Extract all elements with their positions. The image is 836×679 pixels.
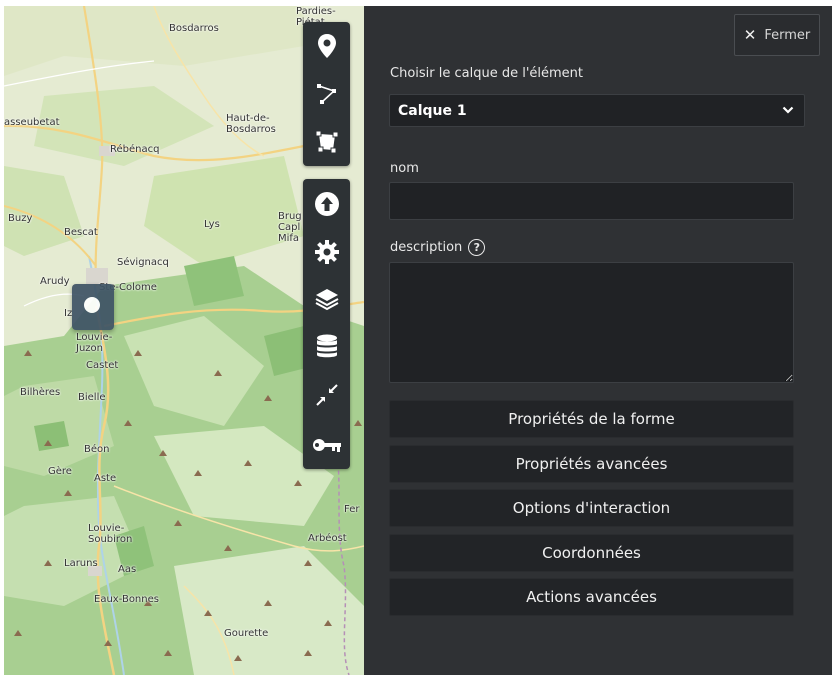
place-label: Castet [86,360,119,371]
place-label: Bielle [78,392,106,403]
place-label: Louvie- Juzon [76,332,113,354]
place-label: Bilhères [20,387,61,398]
map-marker[interactable] [72,284,114,330]
key-icon [312,439,341,452]
description-input[interactable] [389,262,794,383]
description-label-row: description? [390,239,486,256]
edit-feature-panel: ✕ Fermer Choisir le calque de l'élément … [364,6,832,675]
place-label: Fer [344,504,360,515]
place-label: Béon [84,444,110,455]
place-label: Arbéost [308,533,347,544]
import-button[interactable] [303,184,350,224]
draw-marker-button[interactable] [303,26,350,66]
place-label: Aste [94,473,117,484]
data-button[interactable] [303,326,350,366]
place-label: Brug Capl Mifa [278,211,302,244]
advanced-properties-button[interactable]: Propriétés avancées [389,445,794,483]
help-icon[interactable]: ? [468,239,486,256]
place-label: Eaux-Bonnes [94,594,159,605]
settings-button[interactable] [303,232,350,272]
close-icon: ✕ [743,26,757,44]
close-label: Fermer [764,27,811,43]
database-icon [316,334,337,358]
description-label: description [390,240,463,255]
name-input[interactable] [389,182,794,220]
layer-select-value: Calque 1 [398,102,467,119]
gear-icon [314,240,339,264]
place-label: Buzy [8,213,33,224]
layer-select[interactable]: Calque 1 [389,94,805,127]
layers-button[interactable] [303,279,350,319]
main-toolbar [303,179,350,469]
shape-properties-button[interactable]: Propriétés de la forme [389,400,794,438]
center-map-button[interactable] [303,375,350,415]
draw-toolbar [303,22,350,166]
place-label: Haut-de- Bosdarros [226,113,276,135]
advanced-actions-button[interactable]: Actions avancées [389,578,794,616]
place-label: Gourette [224,628,269,639]
place-label: Bosdarros [169,23,219,34]
coordinates-button[interactable]: Coordonnées [389,534,794,572]
chevron-down-icon [782,106,794,114]
polyline-icon [316,84,336,104]
polygon-icon [315,130,338,154]
place-label: asseubetat [4,117,60,128]
place-label: Rébénacq [110,144,160,155]
compress-icon [315,384,338,406]
interaction-options-button[interactable]: Options d'interaction [389,489,794,527]
close-button[interactable]: ✕ Fermer [734,14,820,56]
marker-icon [317,34,336,58]
upload-icon [314,192,339,216]
place-label: Gère [48,466,72,477]
place-label: Laruns [64,558,98,569]
draw-polygon-button[interactable] [303,122,350,162]
place-label: Louvie- Soubiron [88,523,133,545]
place-label: Sévignacq [117,257,169,268]
place-label: Iz [64,308,73,319]
place-label: Bescat [64,227,98,238]
layers-icon [315,289,338,311]
permissions-button[interactable] [303,425,350,465]
place-label: Lys [204,219,220,230]
name-label: nom [390,161,419,176]
place-label: Aas [118,564,137,575]
place-label: Arudy [40,276,70,287]
draw-polyline-button[interactable] [303,74,350,114]
layer-label: Choisir le calque de l'élément [390,66,584,81]
